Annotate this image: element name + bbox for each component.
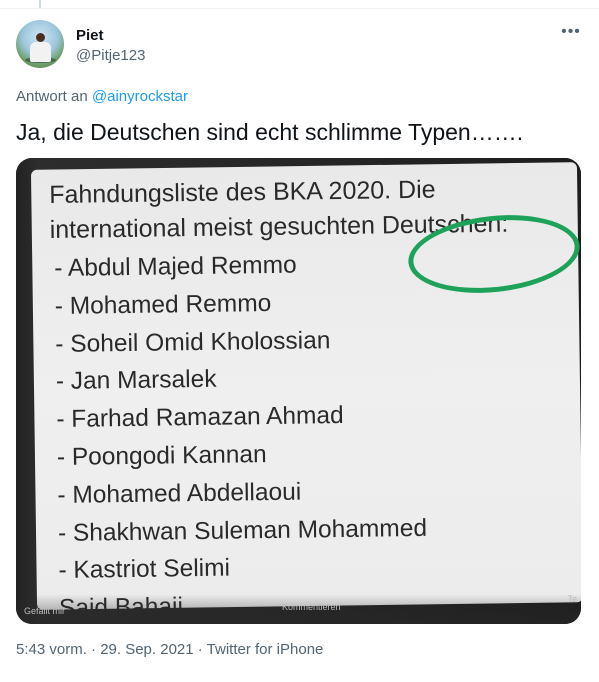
list-item: - Poongodi Kannan [56, 441, 267, 471]
wanted-names-list: - Abdul Majed Remmo - Mohamed Remmo - So… [54, 245, 428, 624]
display-name[interactable]: Piet [76, 27, 104, 45]
list-item: - Farhad Ramazan Ahmad [56, 402, 344, 434]
thread-connector-line [39, 0, 41, 8]
reply-mention-link[interactable]: @ainyrockstar [92, 88, 188, 105]
list-item: - Mohamed Remmo [54, 289, 272, 320]
avatar-figure-body [30, 42, 51, 62]
reply-prefix: Antwort an [16, 88, 88, 105]
more-horizontal-icon: ••• [561, 23, 581, 40]
reply-context: Antwort an @ainyrockstar [16, 88, 188, 106]
overlay-like-label: Gefällt mir [24, 606, 66, 616]
list-item: - Soheil Omid Kholossian [55, 326, 331, 358]
more-options-button[interactable]: ••• [556, 22, 586, 46]
list-item: - Shakhwan Suleman Mohammed [57, 514, 428, 547]
tweet-text: Ja, die Deutschen sind echt schlimme Typ… [16, 119, 524, 145]
user-handle[interactable]: @Pitje123 [76, 47, 145, 65]
list-item: - Kastriot Selimi [58, 554, 231, 585]
avatar[interactable] [16, 20, 64, 68]
divider [0, 8, 599, 9]
overlay-share-label: Te [567, 594, 577, 604]
list-item: - Abdul Majed Remmo [54, 251, 297, 282]
tweet-media-image[interactable]: Fahndungsliste des BKA 2020. Die interna… [16, 158, 581, 624]
overlay-comment-label: Kommentieren [282, 602, 341, 612]
tweet-timestamp[interactable]: 5:43 vorm. · 29. Sep. 2021 · Twitter for… [16, 641, 323, 659]
avatar-figure-head [36, 33, 45, 42]
list-item: - Jan Marsalek [55, 366, 217, 396]
list-item: - Mohamed Abdellaoui [57, 478, 302, 509]
